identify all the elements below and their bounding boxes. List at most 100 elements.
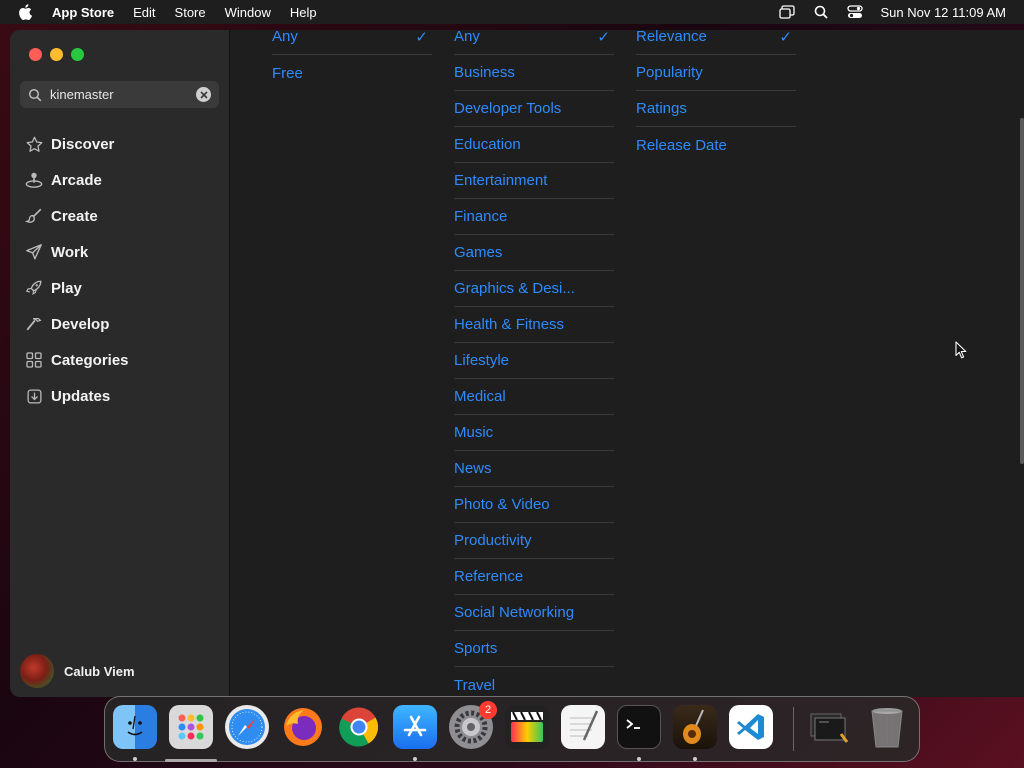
price-option[interactable]: Any ✓ — [272, 30, 432, 55]
category-option-label: Lifestyle — [454, 352, 510, 369]
minimize-window-button[interactable] — [50, 48, 63, 61]
control-center-icon[interactable] — [846, 5, 864, 19]
finder-icon[interactable] — [113, 705, 157, 749]
category-option-label: Music — [454, 424, 494, 441]
category-option[interactable]: Education — [454, 127, 614, 163]
sidebar-item-arcade[interactable]: Arcade — [10, 162, 230, 198]
category-option-label: Medical — [454, 388, 506, 405]
category-option[interactable]: Productivity — [454, 523, 614, 559]
mouse-cursor-icon — [955, 341, 967, 359]
running-indicator — [413, 757, 417, 761]
category-option[interactable]: Business — [454, 55, 614, 91]
category-option[interactable]: Lifestyle — [454, 343, 614, 379]
textedit-icon[interactable] — [561, 705, 605, 749]
checkmark-icon: ✓ — [779, 30, 792, 46]
category-option[interactable]: Music — [454, 415, 614, 451]
brush-icon — [25, 207, 43, 225]
edit-menu[interactable]: Edit — [133, 5, 155, 20]
checkmark-icon: ✓ — [415, 30, 428, 46]
price-option[interactable]: Free — [272, 55, 432, 91]
screen-mirroring-icon[interactable] — [778, 5, 796, 19]
scrollbar[interactable] — [1020, 118, 1024, 464]
sort-option-label: Relevance — [636, 30, 707, 45]
category-option[interactable]: Graphics & Desi... — [454, 271, 614, 307]
sidebar-item-discover[interactable]: Discover — [10, 126, 230, 162]
sidebar-item-create[interactable]: Create — [10, 198, 230, 234]
account-profile[interactable]: Calub Viem — [20, 654, 135, 688]
sort-option[interactable]: Popularity — [636, 55, 796, 91]
clear-search-icon[interactable] — [196, 87, 211, 102]
window-menu[interactable]: Window — [225, 5, 271, 20]
price-filter-column: Any ✓ Free — [272, 30, 432, 91]
sidebar: kinemaster Discover Arcade Create Work P… — [10, 30, 230, 697]
dock-hover-indicator — [165, 759, 217, 762]
safari-icon[interactable] — [225, 705, 269, 749]
category-option-label: Photo & Video — [454, 496, 550, 513]
category-option[interactable]: Any ✓ — [454, 30, 614, 55]
category-option-label: Finance — [454, 208, 508, 225]
category-option-label: Travel — [454, 676, 496, 694]
category-option[interactable]: Travel — [454, 667, 614, 697]
hammer-icon — [25, 315, 43, 333]
category-option-label: Developer Tools — [454, 100, 562, 117]
category-option-label: Entertainment — [454, 172, 548, 189]
spotlight-search-icon[interactable] — [812, 5, 830, 19]
sidebar-item-play[interactable]: Play — [10, 270, 230, 306]
launchpad-icon[interactable] — [169, 705, 213, 749]
sidebar-item-label: Develop — [51, 315, 110, 333]
rocket-icon — [25, 279, 43, 297]
category-option[interactable]: Sports — [454, 631, 614, 667]
terminal-icon[interactable] — [617, 705, 661, 749]
sidebar-nav: Discover Arcade Create Work Play Develop… — [10, 126, 230, 414]
sidebar-item-label: Play — [51, 279, 82, 297]
app-store-icon[interactable] — [393, 705, 437, 749]
category-option[interactable]: Health & Fitness — [454, 307, 614, 343]
category-option[interactable]: News — [454, 451, 614, 487]
trash-icon[interactable] — [865, 705, 909, 749]
sort-option[interactable]: Ratings — [636, 91, 796, 127]
screenshot-folder-icon[interactable] — [807, 705, 851, 749]
zoom-window-button[interactable] — [71, 48, 84, 61]
category-option-label: Reference — [454, 568, 524, 585]
app-menu[interactable]: App Store — [52, 5, 114, 20]
running-indicator — [133, 757, 137, 761]
sort-option[interactable]: Relevance ✓ — [636, 30, 796, 55]
price-option-label: Any — [272, 30, 298, 45]
sidebar-item-label: Updates — [51, 387, 111, 405]
download-icon — [25, 387, 43, 405]
category-filter-column: Any ✓ Business Developer Tools Education Ente… — [454, 30, 614, 697]
apple-menu-icon[interactable] — [18, 4, 40, 20]
garageband-icon[interactable] — [673, 705, 717, 749]
category-option[interactable]: Games — [454, 235, 614, 271]
search-field[interactable]: kinemaster — [20, 81, 219, 108]
store-menu[interactable]: Store — [175, 5, 206, 20]
menubar-clock[interactable]: Sun Nov 12 11:09 AM — [880, 5, 1006, 20]
search-input-value[interactable]: kinemaster — [50, 87, 114, 102]
category-option-label: Any — [454, 30, 480, 45]
sidebar-item-work[interactable]: Work — [10, 234, 230, 270]
category-option[interactable]: Entertainment — [454, 163, 614, 199]
system-settings-icon[interactable]: 2 — [449, 701, 497, 749]
category-option[interactable]: Reference — [454, 559, 614, 595]
notification-badge: 2 — [479, 701, 497, 719]
category-option[interactable]: Developer Tools — [454, 91, 614, 127]
close-window-button[interactable] — [29, 48, 42, 61]
category-option[interactable]: Finance — [454, 199, 614, 235]
firefox-icon[interactable] — [281, 705, 325, 749]
sort-option-label: Ratings — [636, 100, 687, 117]
sidebar-item-updates[interactable]: Updates — [10, 378, 230, 414]
category-option[interactable]: Photo & Video — [454, 487, 614, 523]
final-cut-icon[interactable] — [505, 705, 549, 749]
sidebar-item-develop[interactable]: Develop — [10, 306, 230, 342]
sort-option[interactable]: Release Date — [636, 127, 796, 163]
sidebar-item-categories[interactable]: Categories — [10, 342, 230, 378]
help-menu[interactable]: Help — [290, 5, 317, 20]
category-option-label: Productivity — [454, 532, 532, 549]
filter-menu: Any ✓ Free Any ✓ Business Developer Tools Educ… — [230, 30, 1024, 697]
avatar[interactable] — [20, 654, 54, 688]
category-option[interactable]: Medical — [454, 379, 614, 415]
category-option[interactable]: Social Networking — [454, 595, 614, 631]
chrome-icon[interactable] — [337, 705, 381, 749]
vscode-icon[interactable] — [729, 705, 773, 749]
dock: 2 — [104, 696, 920, 762]
